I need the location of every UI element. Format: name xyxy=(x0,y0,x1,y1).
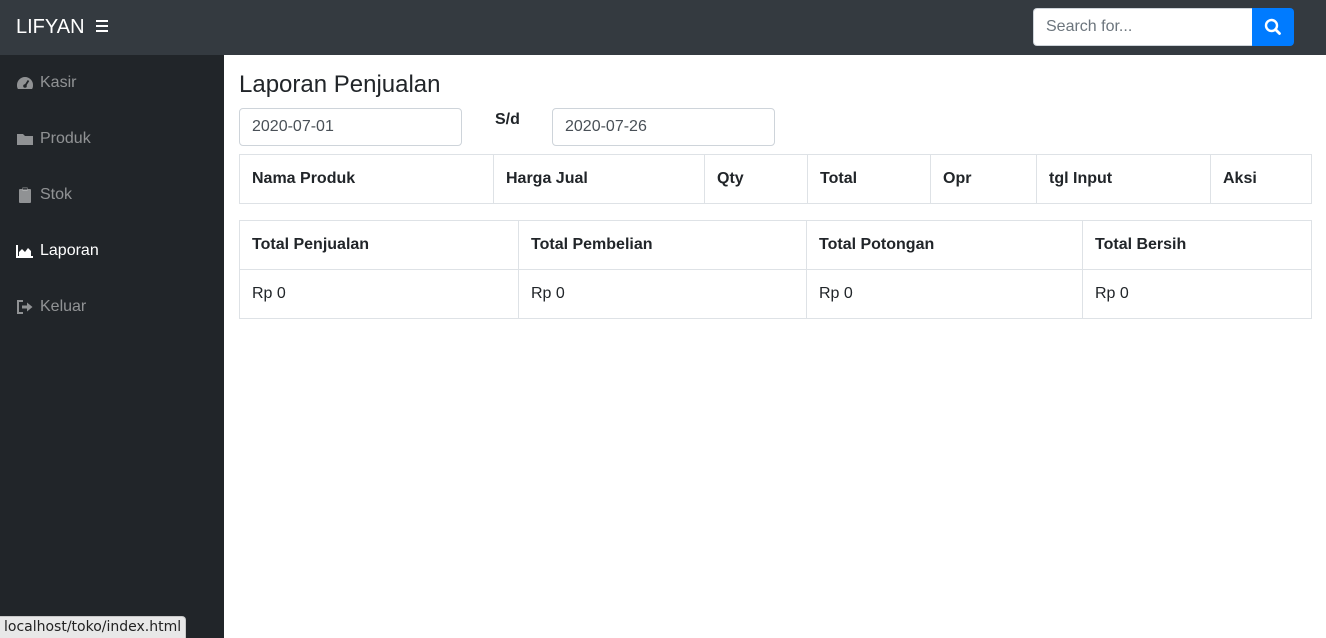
sidebar: Kasir Produk Stok Laporan Keluar xyxy=(0,55,224,638)
column-header: Qty xyxy=(704,154,808,204)
column-header: Nama Produk xyxy=(239,154,494,204)
tachometer-icon xyxy=(16,75,34,91)
search-icon xyxy=(1264,18,1281,35)
hamburger-icon[interactable] xyxy=(94,16,110,36)
folder-icon xyxy=(16,131,34,147)
table-row: Rp 0 Rp 0 Rp 0 Rp 0 xyxy=(239,269,1312,319)
top-navbar: LIFYAN xyxy=(0,0,1326,55)
date-range-separator: S/d xyxy=(495,111,520,128)
sidebar-item-produk[interactable]: Produk xyxy=(0,111,224,167)
column-header: Total Pembelian xyxy=(518,220,807,270)
column-header: Harga Jual xyxy=(493,154,705,204)
table-header-row: Nama Produk Harga Jual Qty Total Opr tgl… xyxy=(239,154,1312,204)
date-to-input[interactable] xyxy=(552,108,775,146)
summary-table: Total Penjualan Total Pembelian Total Po… xyxy=(239,220,1312,319)
column-header: Total Potongan xyxy=(806,220,1083,270)
column-header: Opr xyxy=(930,154,1037,204)
sidebar-item-label: Keluar xyxy=(40,298,87,315)
brand-link[interactable]: LIFYAN xyxy=(16,15,85,39)
total-penjualan-value: Rp 0 xyxy=(239,269,519,319)
sidebar-item-kasir[interactable]: Kasir xyxy=(0,55,224,111)
status-bar-url: localhost/toko/index.html xyxy=(0,616,187,638)
sidebar-item-label: Stok xyxy=(40,186,73,203)
total-bersih-value: Rp 0 xyxy=(1082,269,1312,319)
date-from-input[interactable] xyxy=(239,108,462,146)
search-group xyxy=(1033,8,1294,46)
column-header: Total Bersih xyxy=(1082,220,1312,270)
table-header-row: Total Penjualan Total Pembelian Total Po… xyxy=(239,220,1312,270)
sidebar-item-label: Kasir xyxy=(40,74,77,91)
sidebar-item-label: Laporan xyxy=(40,242,99,259)
column-header: Total xyxy=(807,154,931,204)
total-potongan-value: Rp 0 xyxy=(806,269,1083,319)
column-header: tgl Input xyxy=(1036,154,1211,204)
sign-out-icon xyxy=(16,299,34,315)
page-title: Laporan Penjualan xyxy=(239,71,441,98)
search-button[interactable] xyxy=(1252,8,1294,46)
search-input[interactable] xyxy=(1033,8,1253,46)
column-header: Total Penjualan xyxy=(239,220,519,270)
total-pembelian-value: Rp 0 xyxy=(518,269,807,319)
area-chart-icon xyxy=(16,243,34,259)
clipboard-icon xyxy=(16,187,34,203)
column-header: Aksi xyxy=(1210,154,1312,204)
sidebar-item-stok[interactable]: Stok xyxy=(0,167,224,223)
sidebar-item-label: Produk xyxy=(40,130,91,147)
sidebar-item-keluar[interactable]: Keluar xyxy=(0,279,224,335)
sales-table: Nama Produk Harga Jual Qty Total Opr tgl… xyxy=(239,154,1312,204)
sidebar-item-laporan[interactable]: Laporan xyxy=(0,223,224,279)
